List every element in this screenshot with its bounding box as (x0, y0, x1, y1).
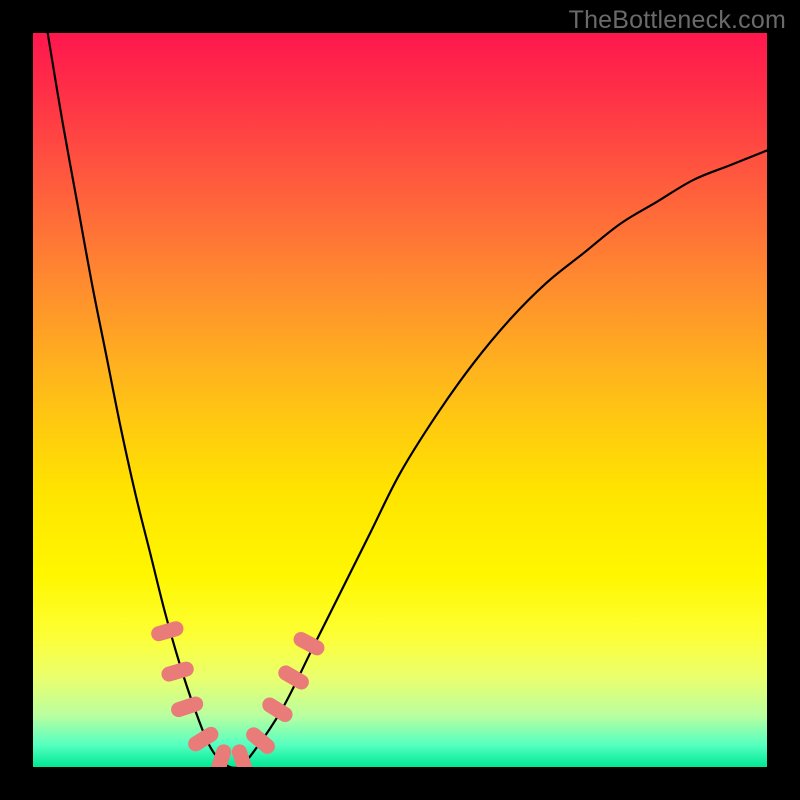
marker-e (209, 742, 233, 767)
chart-plot-area (33, 33, 767, 767)
chart-frame: TheBottleneck.com (0, 0, 800, 800)
marker-h (259, 695, 295, 725)
marker-b (160, 660, 196, 684)
marker-g (243, 724, 278, 757)
chart-markers (149, 619, 327, 767)
watermark-text: TheBottleneck.com (569, 6, 786, 35)
marker-c (169, 695, 205, 719)
bottleneck-curve (48, 33, 767, 767)
marker-d (185, 724, 221, 754)
chart-svg (33, 33, 767, 767)
